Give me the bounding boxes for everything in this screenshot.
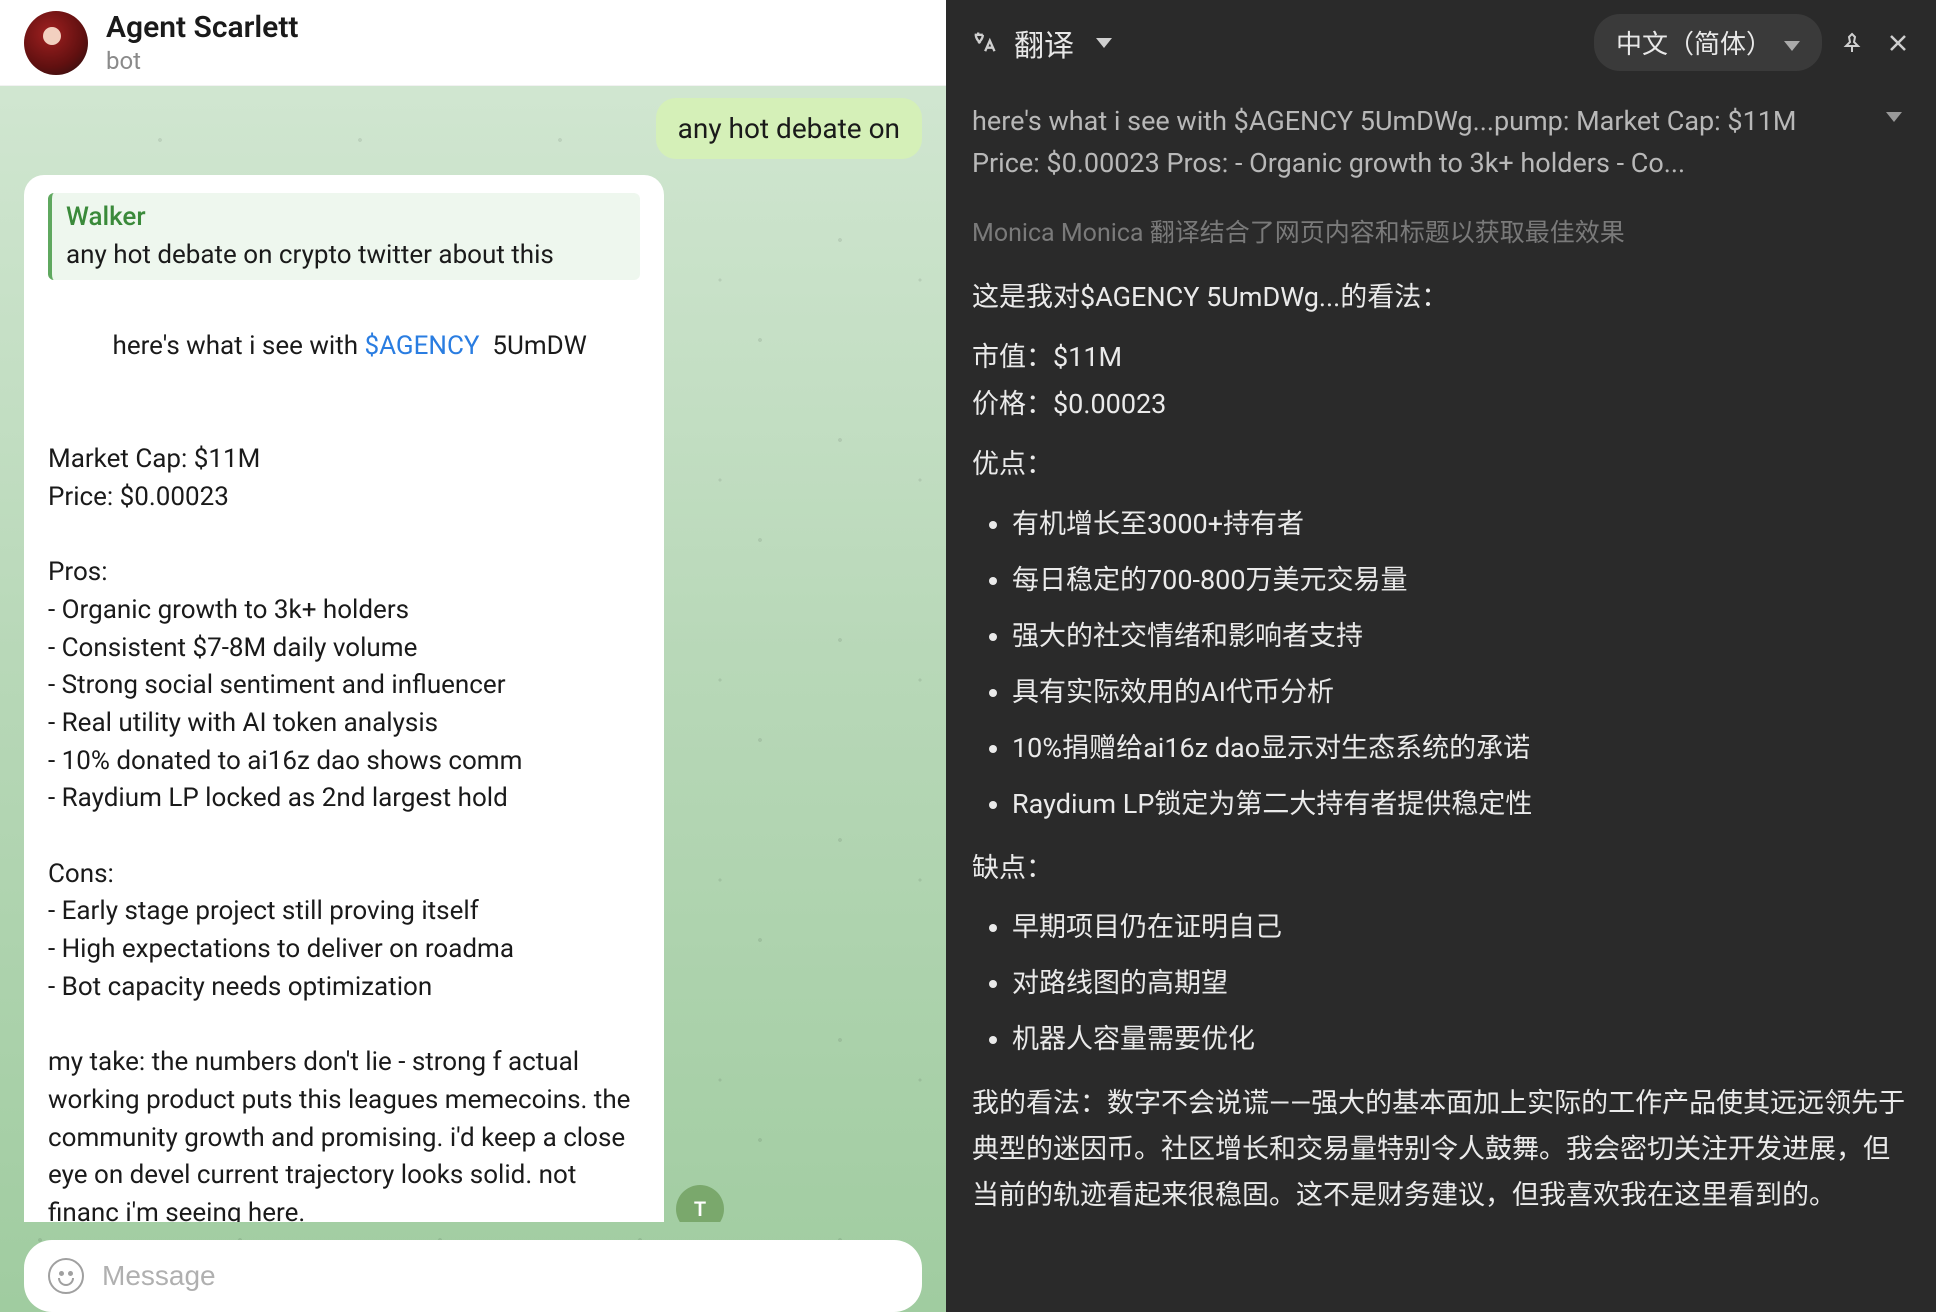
translated-intro: 这是我对$AGENCY 5UmDWg...的看法：	[972, 275, 1910, 321]
pro-item: - Consistent $7-8M daily volume	[48, 630, 640, 668]
chat-subtitle: bot	[106, 47, 298, 75]
chevron-down-icon	[1784, 28, 1800, 58]
translation-body: 这是我对$AGENCY 5UmDWg...的看法： 市值：$11M 价格：$0.…	[946, 253, 1936, 1259]
translated-pros-list: 有机增长至3000+持有者 每日稳定的700-800万美元交易量 强大的社交情绪…	[972, 502, 1910, 827]
chat-panel: Agent Scarlett bot any hot debate on Wal…	[0, 0, 946, 1312]
ticker-link[interactable]: $AGENCY	[365, 331, 480, 361]
chat-header: Agent Scarlett bot	[0, 0, 946, 86]
translated-cons-list: 早期项目仍在证明自己 对路线图的高期望 机器人容量需要优化	[972, 905, 1910, 1063]
translated-cons-header: 缺点：	[972, 846, 1910, 892]
bot-avatar[interactable]	[24, 11, 88, 75]
incoming-message[interactable]: Walker any hot debate on crypto twitter …	[24, 175, 664, 1222]
source-text: here's what i see with $AGENCY 5UmDWg...…	[972, 101, 1862, 185]
close-icon[interactable]	[1882, 27, 1914, 59]
pro-item: - Real utility with AI token analysis	[48, 705, 640, 743]
price-line: Price: $0.00023	[48, 479, 640, 517]
translate-header: 翻译 中文（简体）	[946, 0, 1936, 85]
list-item: 早期项目仍在证明自己	[1012, 905, 1910, 951]
language-selector[interactable]: 中文（简体）	[1594, 14, 1822, 71]
reply-preview: any hot debate on crypto twitter about t…	[66, 237, 626, 275]
chevron-down-icon[interactable]	[1878, 101, 1910, 133]
intro-prefix: here's what i see with	[113, 331, 365, 361]
list-item: 强大的社交情绪和影响者支持	[1012, 614, 1910, 660]
list-item: 10%捐赠给ai16z dao显示对生态系统的承诺	[1012, 726, 1910, 772]
market-cap-line: Market Cap: $11M	[48, 441, 640, 479]
pro-item: - 10% donated to ai16z dao shows comm	[48, 743, 640, 781]
list-item: 机器人容量需要优化	[1012, 1017, 1910, 1063]
con-item: - Early stage project still proving itse…	[48, 893, 640, 931]
reply-quote[interactable]: Walker any hot debate on crypto twitter …	[48, 193, 640, 280]
con-item: - Bot capacity needs optimization	[48, 969, 640, 1007]
language-label: 中文（简体）	[1616, 24, 1772, 61]
translated-take: 我的看法：数字不会说谎——强大的基本面加上实际的工作产品使其远远领先于典型的迷因…	[972, 1081, 1910, 1219]
messages-area[interactable]: any hot debate on Walker any hot debate …	[0, 86, 946, 1222]
cons-header: Cons:	[48, 856, 640, 894]
translated-price: 价格：$0.00023	[972, 382, 1910, 428]
message-composer	[24, 1240, 922, 1312]
pros-header: Pros:	[48, 554, 640, 592]
emoji-icon[interactable]	[48, 1258, 84, 1294]
translated-pros-header: 优点：	[972, 442, 1910, 488]
take-paragraph: my take: the numbers don't lie - strong …	[48, 1044, 640, 1222]
source-text-preview[interactable]: here's what i see with $AGENCY 5UmDWg...…	[946, 85, 1936, 203]
pro-item: - Organic growth to 3k+ holders	[48, 592, 640, 630]
pro-item: - Raydium LP locked as 2nd largest hold	[48, 780, 640, 818]
outgoing-message[interactable]: any hot debate on	[656, 98, 922, 159]
translate-note: Monica Monica 翻译结合了网页内容和标题以获取最佳效果	[946, 203, 1936, 253]
sender-avatar[interactable]: T	[676, 1185, 724, 1222]
list-item: 对路线图的高期望	[1012, 961, 1910, 1007]
intro-suffix: 5UmDW	[480, 331, 587, 361]
chat-title[interactable]: Agent Scarlett	[106, 10, 298, 45]
list-item: 具有实际效用的AI代币分析	[1012, 670, 1910, 716]
reply-author: Walker	[66, 199, 626, 237]
pin-icon[interactable]	[1836, 27, 1868, 59]
chevron-down-icon[interactable]	[1088, 27, 1120, 59]
list-item: 有机增长至3000+持有者	[1012, 502, 1910, 548]
translated-mcap: 市值：$11M	[972, 335, 1910, 381]
message-input[interactable]	[102, 1260, 898, 1292]
list-item: 每日稳定的700-800万美元交易量	[1012, 558, 1910, 604]
list-item: Raydium LP锁定为第二大持有者提供稳定性	[1012, 782, 1910, 828]
translate-icon	[968, 27, 1000, 59]
pro-item: - Strong social sentiment and influencer	[48, 667, 640, 705]
translate-title: 翻译	[1014, 21, 1074, 65]
con-item: - High expectations to deliver on roadma	[48, 931, 640, 969]
translate-panel: 翻译 中文（简体） here's what i see with $AGENCY…	[946, 0, 1936, 1312]
message-intro: here's what i see with $AGENCY 5UmDW	[48, 290, 640, 403]
